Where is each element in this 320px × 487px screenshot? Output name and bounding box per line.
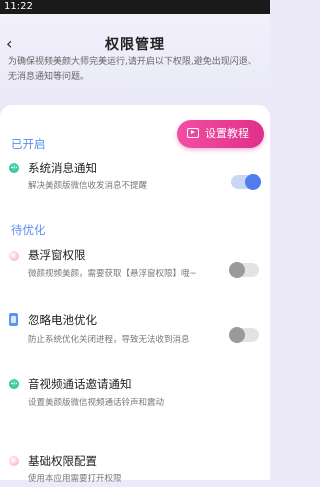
battery-icon <box>9 313 18 326</box>
section-to-optimize: 待优化 <box>11 223 46 237</box>
pink-dot-icon <box>9 456 19 466</box>
toggle-knob <box>229 327 245 343</box>
item-title-floating-window: 悬浮窗权限 <box>28 248 86 262</box>
toggle-knob <box>229 262 245 278</box>
permission-notice: 为确保视频美颜大师完美运行,请开启以下权限,避免出现闪退、无消息通知等问题。 <box>8 57 257 82</box>
item-title-basic-permission: 基础权限配置 <box>28 454 97 468</box>
toggle-notification[interactable] <box>231 174 261 190</box>
toggle-battery[interactable] <box>229 327 259 343</box>
item-desc-call-invite: 设置美颜版微信视频通话铃声和震动 <box>28 398 165 408</box>
toggle-knob <box>245 174 261 190</box>
item-title-call-invite: 音视频通话邀请通知 <box>28 377 132 391</box>
pink-dot-icon <box>9 251 19 261</box>
item-title-notification: 系统消息通知 <box>28 161 97 175</box>
page-title: 权限管理 <box>105 37 165 53</box>
status-bar: 11:22 <box>0 0 270 14</box>
item-desc-notification: 解决美颜版微信收发消息不提醒 <box>28 181 148 191</box>
tutorial-button[interactable]: 设置教程 <box>177 120 264 148</box>
video-play-icon <box>187 128 199 138</box>
toggle-floating-window[interactable] <box>229 262 259 278</box>
item-title-battery: 忽略电池优化 <box>28 313 97 327</box>
status-time: 11:22 <box>4 1 33 12</box>
item-desc-floating-window: 微颜视频美颜，需要获取【悬浮窗权限】哦~ <box>28 269 197 279</box>
item-desc-battery: 防止系统优化关闭进程，导致无法收到消息 <box>28 335 190 345</box>
chat-dots-icon <box>9 379 19 389</box>
chat-dots-icon <box>9 163 19 173</box>
tutorial-button-label: 设置教程 <box>205 127 249 140</box>
section-enabled: 已开启 <box>11 137 46 151</box>
